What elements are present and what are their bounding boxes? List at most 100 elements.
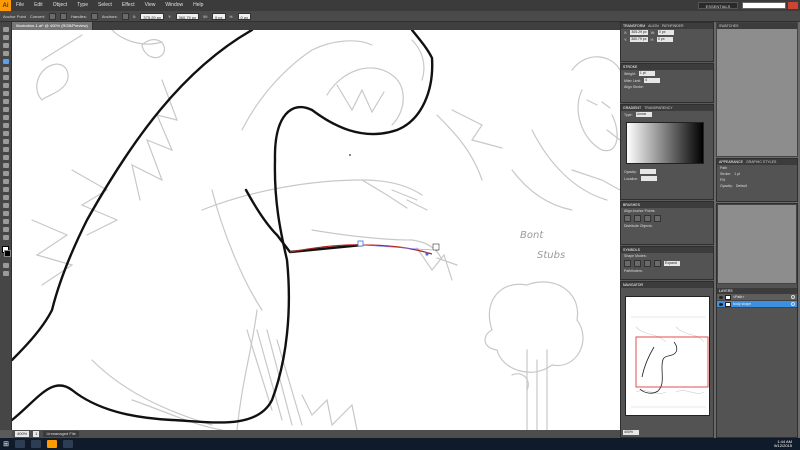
gradient-opacity-field[interactable] [639,169,656,174]
tab-navigator[interactable]: Navigator [623,283,643,287]
align-left-icon[interactable] [624,215,631,222]
menu-object[interactable]: Object [48,0,72,11]
search-input[interactable] [742,2,786,9]
gradient-type-select[interactable]: Linear [635,112,652,117]
align-right-icon[interactable] [644,215,651,222]
navigator-thumbnail[interactable] [625,296,710,416]
stroke-swatch[interactable] [4,250,11,257]
tab-transform[interactable]: Transform [623,24,645,28]
intersect-icon[interactable] [644,260,651,267]
menu-help[interactable]: Help [188,0,208,11]
status-info[interactable]: Unmanaged File [43,431,79,437]
zoom-tool-icon[interactable] [2,234,10,241]
navigator-zoom-field[interactable]: 400% [623,430,639,435]
gradient-preview[interactable] [626,122,704,164]
document-tab[interactable]: Illustration-1.ai* @ 400% (RGB/Preview) [12,22,93,30]
remove-anchor-icon[interactable] [121,12,129,20]
browser-icon[interactable] [31,440,41,448]
illustrator-taskbar-icon[interactable] [47,440,57,448]
menu-window[interactable]: Window [160,0,188,11]
convert-smooth-icon[interactable] [60,12,68,20]
menu-type[interactable]: Type [72,0,93,11]
pencil-tool-icon[interactable] [2,98,10,105]
align-top-icon[interactable] [654,215,661,222]
x-field[interactable]: 375.29 px [140,12,164,20]
appearance-opacity-label[interactable]: Opacity: [720,184,733,188]
menu-effect[interactable]: Effect [117,0,140,11]
w-field[interactable]: 0 px [211,12,226,20]
free-transform-tool-icon[interactable] [2,146,10,153]
tab-appearance[interactable]: Appearance [719,160,743,164]
magic-wand-tool-icon[interactable] [2,42,10,49]
rectangle-tool-icon[interactable] [2,82,10,89]
workspace-switcher[interactable]: ESSENTIALS [698,2,738,9]
exclude-icon[interactable] [654,260,661,267]
gradient-tool-icon[interactable] [2,178,10,185]
y-field[interactable]: 360.79 px [175,12,200,20]
page-field[interactable]: 1 [33,431,40,437]
type-tool-icon[interactable] [2,66,10,73]
line-tool-icon[interactable] [2,74,10,81]
miter-limit-field[interactable]: 4 [644,78,661,83]
shape-builder-tool-icon[interactable] [2,154,10,161]
hand-tool-icon[interactable] [2,226,10,233]
transform-w-field[interactable]: 0 px [657,30,674,35]
stroke-weight-field[interactable]: 1 pt [638,71,655,76]
handles-show-icon[interactable] [90,12,98,20]
tab-layers[interactable]: Layers [719,289,733,293]
artboard-canvas[interactable]: Bont Stubs [12,30,620,430]
rotate-tool-icon[interactable] [2,122,10,129]
scale-tool-icon[interactable] [2,130,10,137]
drawing-mode-icon[interactable] [2,262,10,269]
transform-h-field[interactable]: 0 px [657,37,673,42]
menu-select[interactable]: Select [93,0,117,11]
close-window-button[interactable] [788,2,798,9]
lasso-tool-icon[interactable] [2,50,10,57]
tab-align[interactable]: Align [648,24,659,28]
menu-view[interactable]: View [140,0,161,11]
h-field[interactable]: 0 px [237,12,252,20]
symbol-sprayer-tool-icon[interactable] [2,202,10,209]
tab-symbols[interactable]: Symbols [623,248,640,252]
file-explorer-icon[interactable] [15,440,25,448]
eyedropper-tool-icon[interactable] [2,186,10,193]
eraser-tool-icon[interactable] [2,114,10,121]
mesh-tool-icon[interactable] [2,170,10,177]
tab-transparency[interactable]: Transparency [644,106,673,110]
layer-row-body-shape[interactable]: body shape [717,301,797,308]
paintbrush-tool-icon[interactable] [2,90,10,97]
menu-file[interactable]: File [11,0,29,11]
width-tool-icon[interactable] [2,138,10,145]
screen-mode-icon[interactable] [2,270,10,277]
menu-edit[interactable]: Edit [29,0,48,11]
eye-icon[interactable] [719,295,723,299]
tab-stroke[interactable]: Stroke [623,65,637,69]
transform-y-field[interactable]: 360.79 px [630,37,648,42]
tab-swatches[interactable]: Swatches [719,24,738,28]
pen-tool-icon[interactable] [2,58,10,65]
tab-brushes[interactable]: Brushes [623,203,640,207]
tab-pathfinder[interactable]: Pathfinder [662,24,684,28]
target-circle-icon[interactable] [791,295,795,299]
appearance-stroke-label[interactable]: Stroke: [720,172,731,176]
direct-selection-tool-icon[interactable] [2,34,10,41]
target-circle-icon[interactable] [791,302,795,306]
transform-x-field[interactable]: 305.29 px [630,30,648,35]
windows-start-icon[interactable]: ⊞ [0,438,12,450]
perspective-grid-tool-icon[interactable] [2,162,10,169]
artboard-tool-icon[interactable] [2,218,10,225]
zoom-field[interactable]: 400% [15,431,30,437]
tab-graphic-styles[interactable]: Graphic Styles [746,160,776,164]
gradient-location-field[interactable] [641,176,658,181]
convert-corner-icon[interactable] [49,12,57,20]
minus-front-icon[interactable] [634,260,641,267]
graph-tool-icon[interactable] [2,210,10,217]
appearance-fill-label[interactable]: Fill: [720,178,725,182]
expand-button[interactable]: Expand [664,261,680,266]
unite-icon[interactable] [624,260,631,267]
align-center-icon[interactable] [634,215,641,222]
eye-icon[interactable] [719,302,723,306]
selection-tool-icon[interactable] [2,26,10,33]
layer-row-path[interactable]: <Path> [717,294,797,301]
tab-gradient[interactable]: Gradient [623,106,641,110]
